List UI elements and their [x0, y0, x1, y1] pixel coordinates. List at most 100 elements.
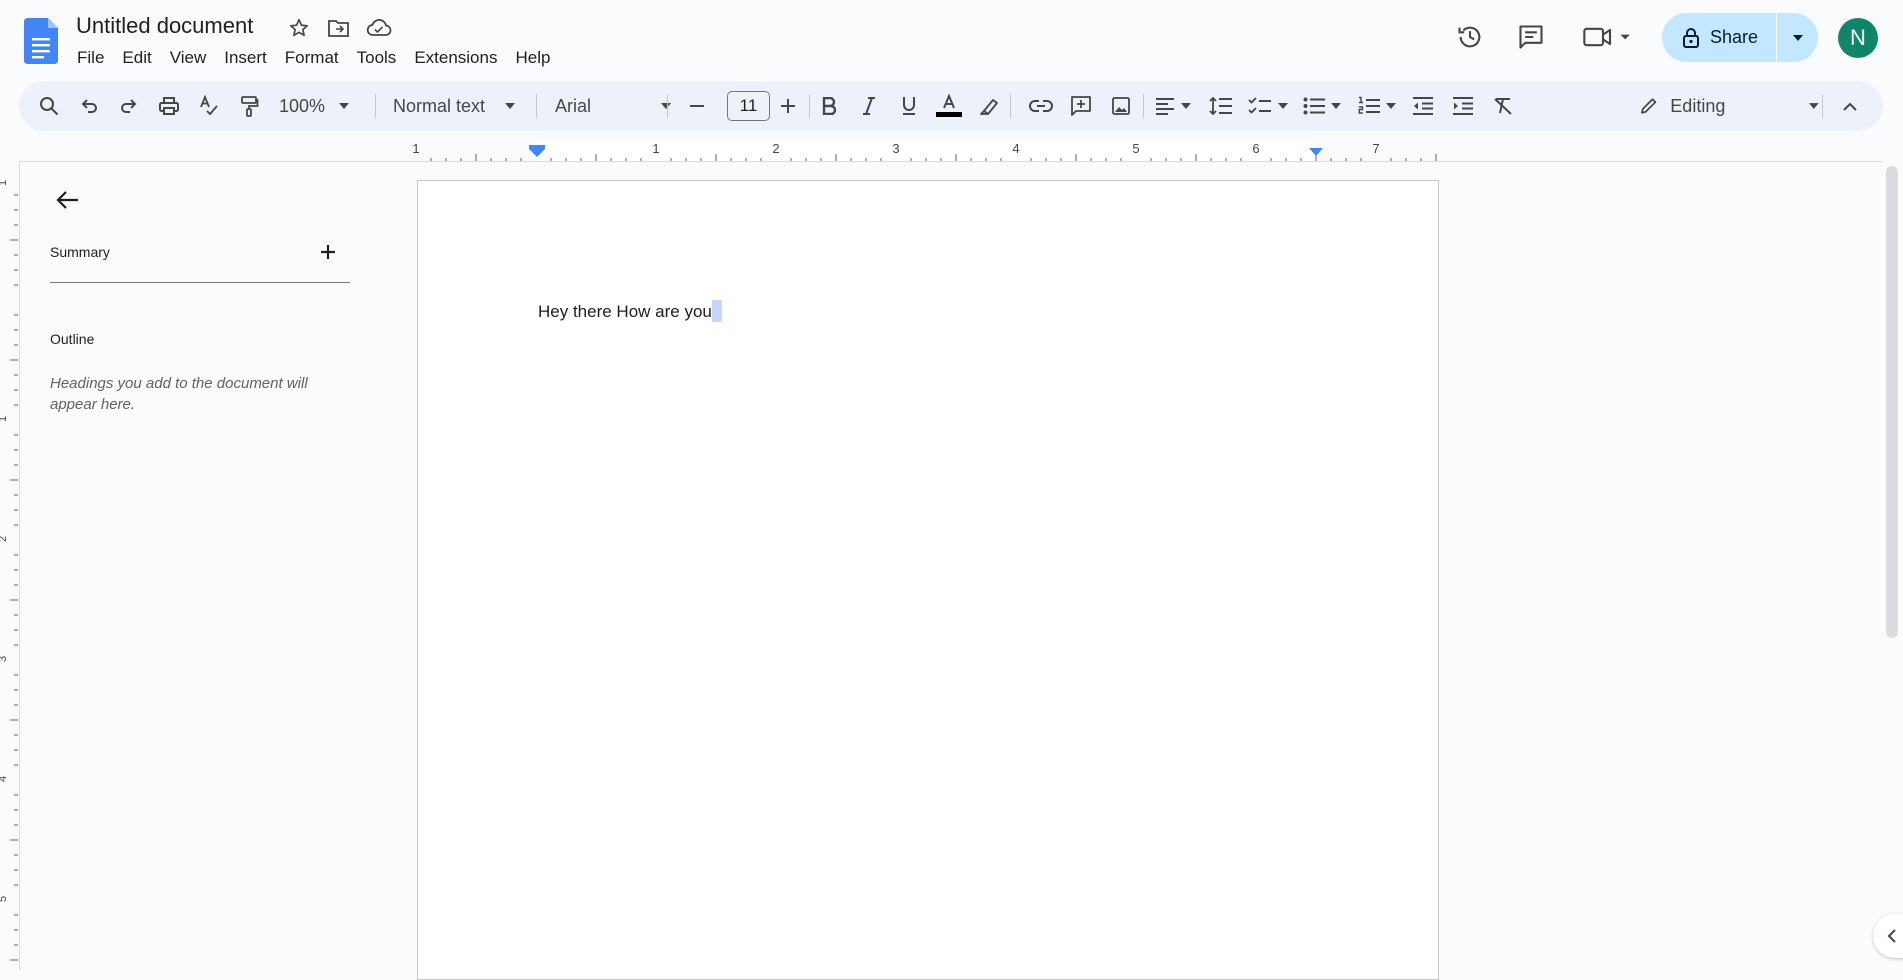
insert-image-icon[interactable] — [1105, 81, 1137, 131]
menu-file[interactable]: File — [68, 45, 113, 71]
caret-down-icon — [661, 103, 671, 109]
version-history-icon[interactable] — [1452, 19, 1488, 55]
search-menus-icon[interactable] — [33, 81, 65, 131]
line-spacing-icon[interactable] — [1204, 81, 1238, 131]
ruler-number: 1 — [652, 141, 659, 156]
paint-format-icon[interactable] — [233, 81, 265, 131]
lock-icon — [1683, 27, 1699, 48]
menu-extensions[interactable]: Extensions — [405, 45, 506, 71]
style-select[interactable]: Normal text — [393, 81, 543, 131]
outline-heading: Outline — [50, 331, 95, 347]
ruler-number: 2 — [772, 141, 779, 156]
caret-down-icon — [1386, 103, 1396, 109]
align-left-icon — [1156, 98, 1174, 115]
ruler-number: 2 — [0, 536, 9, 542]
ruler-number: 3 — [0, 656, 9, 662]
menu-insert[interactable]: Insert — [215, 45, 276, 71]
toolbar: 100% Normal text Arial 11 Editing — [19, 81, 1883, 131]
italic-icon[interactable] — [853, 81, 885, 131]
ruler-number: 4 — [1012, 141, 1019, 156]
document-outline-panel: Summary Outline Headings you add to the … — [20, 162, 360, 970]
share-label: Share — [1710, 27, 1759, 47]
meet-video-icon[interactable] — [1580, 19, 1640, 55]
increase-font-size-icon[interactable] — [772, 81, 804, 131]
share-dropdown-button[interactable] — [1777, 13, 1818, 62]
menu-format[interactable]: Format — [276, 45, 348, 71]
menu-edit[interactable]: Edit — [113, 45, 160, 71]
checklist-select[interactable] — [1243, 81, 1293, 131]
text-color-icon[interactable] — [933, 81, 965, 131]
comments-icon[interactable] — [1513, 19, 1549, 55]
caret-down-icon — [1181, 103, 1191, 109]
avatar[interactable]: N — [1838, 18, 1878, 58]
zoom-value: 100% — [279, 95, 326, 116]
pencil-icon — [1641, 98, 1657, 114]
decrease-indent-icon[interactable] — [1407, 81, 1439, 131]
highlight-color-icon[interactable] — [973, 81, 1005, 131]
hide-menus-icon[interactable] — [1833, 81, 1867, 131]
vertical-scrollbar[interactable] — [1886, 166, 1898, 638]
outline-hint-text: Headings you add to the document will ap… — [50, 375, 308, 413]
increase-indent-icon[interactable] — [1447, 81, 1479, 131]
cloud-saved-icon[interactable] — [366, 15, 392, 41]
ruler-number: 5 — [1132, 141, 1139, 156]
caret-down-icon — [505, 103, 516, 109]
menu-help[interactable]: Help — [506, 45, 559, 71]
add-summary-icon[interactable] — [310, 234, 346, 270]
undo-icon[interactable] — [73, 81, 105, 131]
bulleted-list-select[interactable] — [1297, 81, 1347, 131]
document-title[interactable]: Untitled document — [76, 13, 253, 39]
document-body[interactable]: Hey there How are you — [538, 300, 722, 322]
zoom-select[interactable]: 100% — [279, 81, 369, 131]
caret-down-icon — [1809, 103, 1819, 109]
decrease-font-size-icon[interactable] — [683, 81, 711, 131]
ruler-number: 1 — [412, 141, 419, 156]
font-size-input[interactable]: 11 — [727, 91, 770, 121]
numbered-list-icon — [1358, 96, 1380, 114]
vertical-ruler[interactable]: 1 1 2 3 4 5 — [0, 164, 20, 970]
top-bar: Untitled document File Edit View Insert … — [0, 0, 1903, 80]
chevron-left-icon — [1887, 929, 1896, 943]
document-page[interactable]: Hey there How are you — [417, 180, 1439, 980]
body-text: Hey there How are you — [538, 302, 712, 321]
underline-icon[interactable] — [893, 81, 925, 131]
print-icon[interactable] — [153, 81, 185, 131]
caret-down-icon — [339, 103, 350, 109]
docs-logo-icon[interactable] — [24, 18, 58, 64]
back-arrow-icon[interactable] — [50, 182, 86, 218]
spellcheck-icon[interactable] — [193, 81, 225, 131]
font-value: Arial — [555, 95, 592, 116]
menu-bar: File Edit View Insert Format Tools Exten… — [68, 45, 559, 71]
style-value: Normal text — [393, 95, 486, 116]
add-comment-icon[interactable] — [1065, 81, 1097, 131]
show-side-panel-button[interactable] — [1873, 914, 1903, 958]
summary-heading: Summary — [50, 244, 110, 260]
ruler-number: 5 — [0, 896, 9, 902]
ruler-number: 1 — [0, 180, 9, 186]
editing-mode-select[interactable]: Editing — [1639, 81, 1819, 131]
bulleted-list-icon — [1303, 97, 1325, 115]
redo-icon[interactable] — [113, 81, 145, 131]
ruler-number: 4 — [0, 776, 9, 782]
numbered-list-select[interactable] — [1352, 81, 1402, 131]
text-cursor — [711, 300, 722, 322]
star-icon[interactable] — [286, 15, 312, 41]
font-select[interactable]: Arial — [555, 81, 671, 131]
ruler-number: 1 — [0, 416, 9, 422]
align-select[interactable] — [1149, 81, 1197, 131]
ruler-number: 6 — [1252, 141, 1259, 156]
editing-mode-label: Editing — [1670, 95, 1726, 116]
share-button-group: Share — [1662, 13, 1818, 62]
caret-down-icon — [1331, 103, 1341, 109]
bold-icon[interactable] — [813, 81, 845, 131]
insert-link-icon[interactable] — [1025, 81, 1057, 131]
ruler-number: 7 — [1372, 141, 1379, 156]
caret-down-icon — [1792, 34, 1803, 41]
caret-down-icon — [1278, 103, 1288, 109]
menu-view[interactable]: View — [161, 45, 216, 71]
menu-tools[interactable]: Tools — [348, 45, 406, 71]
move-folder-icon[interactable] — [326, 15, 352, 41]
clear-formatting-icon[interactable] — [1487, 81, 1519, 131]
share-button[interactable]: Share — [1662, 13, 1776, 62]
checklist-icon — [1248, 97, 1271, 114]
